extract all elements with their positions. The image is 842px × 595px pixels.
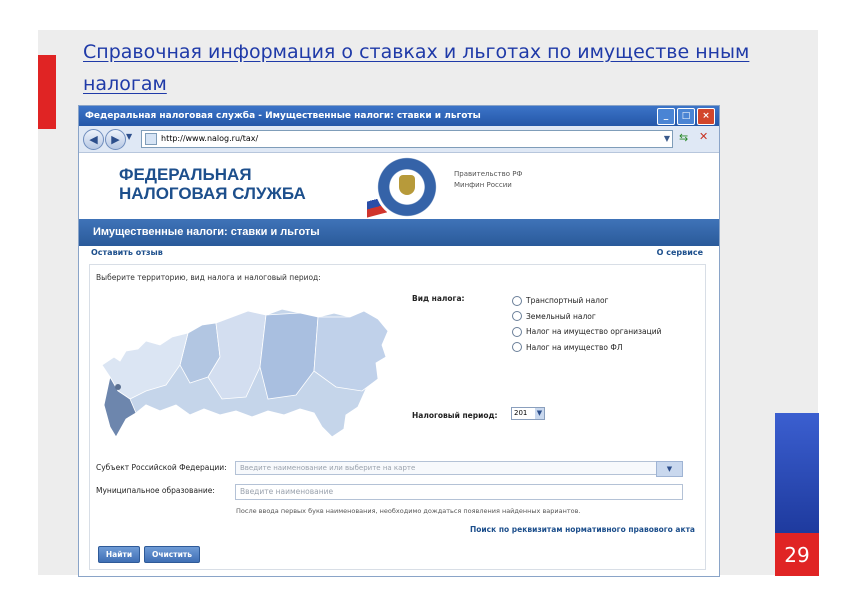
find-button[interactable]: Найти	[98, 546, 140, 563]
radio-button[interactable]	[512, 326, 522, 337]
radio-button[interactable]	[512, 311, 522, 322]
subject-input[interactable]: Введите наименование или выберите на кар…	[235, 461, 683, 475]
chevron-down-icon[interactable]: ▼	[535, 408, 544, 419]
browser-toolbar: ◀ ▶ ▼ http://www.nalog.ru/tax/ ▼ ⇆ ✕	[79, 126, 719, 153]
fns-emblem-icon	[375, 155, 439, 219]
radio-button[interactable]	[512, 342, 522, 353]
maximize-button[interactable]: □	[677, 108, 695, 125]
form-prompt: Выберите территорию, вид налога и налого…	[96, 273, 321, 282]
subject-label: Субъект Российской Федерации:	[96, 463, 227, 472]
gov-links: Правительство РФ Минфин России	[454, 169, 522, 191]
requisites-search-link[interactable]: Поиск по реквизитам нормативного правово…	[470, 525, 695, 534]
clear-button[interactable]: Очистить	[144, 546, 200, 563]
right-blue-accent	[775, 413, 819, 533]
browser-window: Федеральная налоговая служба - Имуществе…	[78, 105, 720, 577]
close-button[interactable]: ×	[697, 108, 715, 125]
back-icon[interactable]: ◀	[83, 129, 104, 150]
municipal-label: Муниципальное образование:	[96, 486, 215, 495]
page-number: 29	[775, 533, 819, 576]
gov-link-government[interactable]: Правительство РФ	[454, 169, 522, 180]
slide-title: Справочная информация о ставках и льгота…	[83, 41, 750, 95]
tax-option-transport[interactable]: Транспортный налог	[512, 293, 661, 309]
logo-line-2: НАЛОГОВАЯ СЛУЖБА	[119, 184, 306, 203]
about-link[interactable]: О сервисе	[657, 248, 703, 257]
radio-button[interactable]	[512, 295, 522, 306]
window-controls: _ □ ×	[657, 108, 715, 125]
tax-type-label: Вид налога:	[412, 294, 465, 303]
tax-period-label: Налоговый период:	[412, 411, 498, 420]
tax-period-select[interactable]: 201 ▼	[511, 407, 545, 420]
left-red-accent	[38, 55, 56, 129]
window-titlebar: Федеральная налоговая служба - Имуществе…	[79, 106, 719, 126]
tax-option-org-property[interactable]: Налог на имущество организаций	[512, 324, 661, 340]
russia-map[interactable]	[96, 287, 396, 447]
window-title: Федеральная налоговая служба - Имуществе…	[85, 111, 481, 121]
site-header: ФЕДЕРАЛЬНАЯ НАЛОГОВАЯ СЛУЖБА Правительст…	[79, 153, 719, 219]
tax-option-land[interactable]: Земельный налог	[512, 309, 661, 325]
tax-type-options: Транспортный налог Земельный налог Налог…	[512, 293, 661, 355]
subject-dropdown-icon[interactable]: ▼	[656, 461, 683, 477]
tax-option-personal-property[interactable]: Налог на имущество ФЛ	[512, 340, 661, 356]
address-dropdown-icon[interactable]: ▼	[664, 131, 670, 147]
page-icon	[145, 132, 157, 145]
address-url: http://www.nalog.ru/tax/	[161, 134, 259, 143]
minimize-button[interactable]: _	[657, 108, 675, 125]
search-form: Выберите территорию, вид налога и налого…	[89, 264, 706, 570]
section-title: Имущественные налоги: ставки и льготы	[79, 219, 719, 246]
feedback-link[interactable]: Оставить отзыв	[91, 248, 163, 257]
input-hint: После ввода первых букв наименования, не…	[236, 507, 581, 515]
stop-icon[interactable]: ✕	[699, 130, 708, 143]
refresh-icon[interactable]: ⇆	[679, 131, 688, 144]
gov-link-minfin[interactable]: Минфин России	[454, 180, 522, 191]
fns-logo-text[interactable]: ФЕДЕРАЛЬНАЯ НАЛОГОВАЯ СЛУЖБА	[119, 165, 306, 203]
logo-line-1: ФЕДЕРАЛЬНАЯ	[119, 165, 252, 184]
history-dropdown-icon[interactable]: ▼	[126, 132, 132, 141]
map-region-far-east[interactable]	[313, 310, 389, 392]
service-links: Оставить отзыв О сервисе	[79, 246, 719, 260]
tax-period-value: 201	[514, 409, 528, 417]
address-bar[interactable]: http://www.nalog.ru/tax/ ▼	[141, 130, 673, 148]
map-moscow-marker[interactable]	[115, 384, 121, 390]
municipal-input[interactable]: Введите наименование	[235, 484, 683, 500]
forward-icon[interactable]: ▶	[105, 129, 126, 150]
